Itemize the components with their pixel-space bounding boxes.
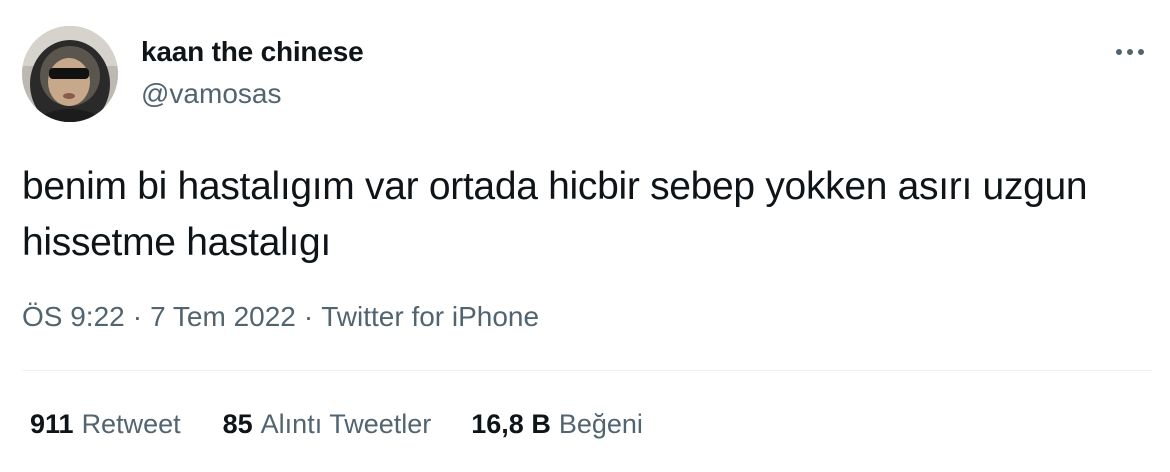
tweet-meta: ÖS 9:22 · 7 Tem 2022 · Twitter for iPhone [22,301,539,333]
tweet-stats: 911 Retweet 85 Alıntı Tweetler 16,8 B Be… [30,409,643,440]
display-name[interactable]: kaan the chinese [141,36,364,68]
avatar-image [22,26,118,122]
quotes-count: 85 [222,409,253,439]
retweets-label: Retweet [81,409,181,439]
tweet-time[interactable]: ÖS 9:22 [22,301,125,332]
more-options-button[interactable] [1108,34,1152,70]
retweets-stat[interactable]: 911 Retweet [30,409,181,440]
tweet-source[interactable]: Twitter for iPhone [321,301,539,332]
meta-separator: · [303,301,314,332]
tweet-card: kaan the chinese @vamosas benim bi hasta… [0,0,1170,472]
likes-label: Beğeni [558,409,643,439]
tweet-text: benim bi hastalıgım var ortada hicbir se… [22,165,1088,264]
tweet-date[interactable]: 7 Tem 2022 [150,301,296,332]
more-horizontal-icon [1116,49,1144,55]
user-handle[interactable]: @vamosas [141,78,281,110]
retweets-count: 911 [30,409,74,439]
avatar[interactable] [22,26,118,122]
divider [22,370,1152,371]
quotes-stat[interactable]: 85 Alıntı Tweetler [223,409,432,440]
likes-count: 16,8 B [471,409,551,439]
quotes-label: Alıntı Tweetler [260,409,432,439]
likes-stat[interactable]: 16,8 B Beğeni [471,409,643,440]
meta-separator: · [132,301,143,332]
